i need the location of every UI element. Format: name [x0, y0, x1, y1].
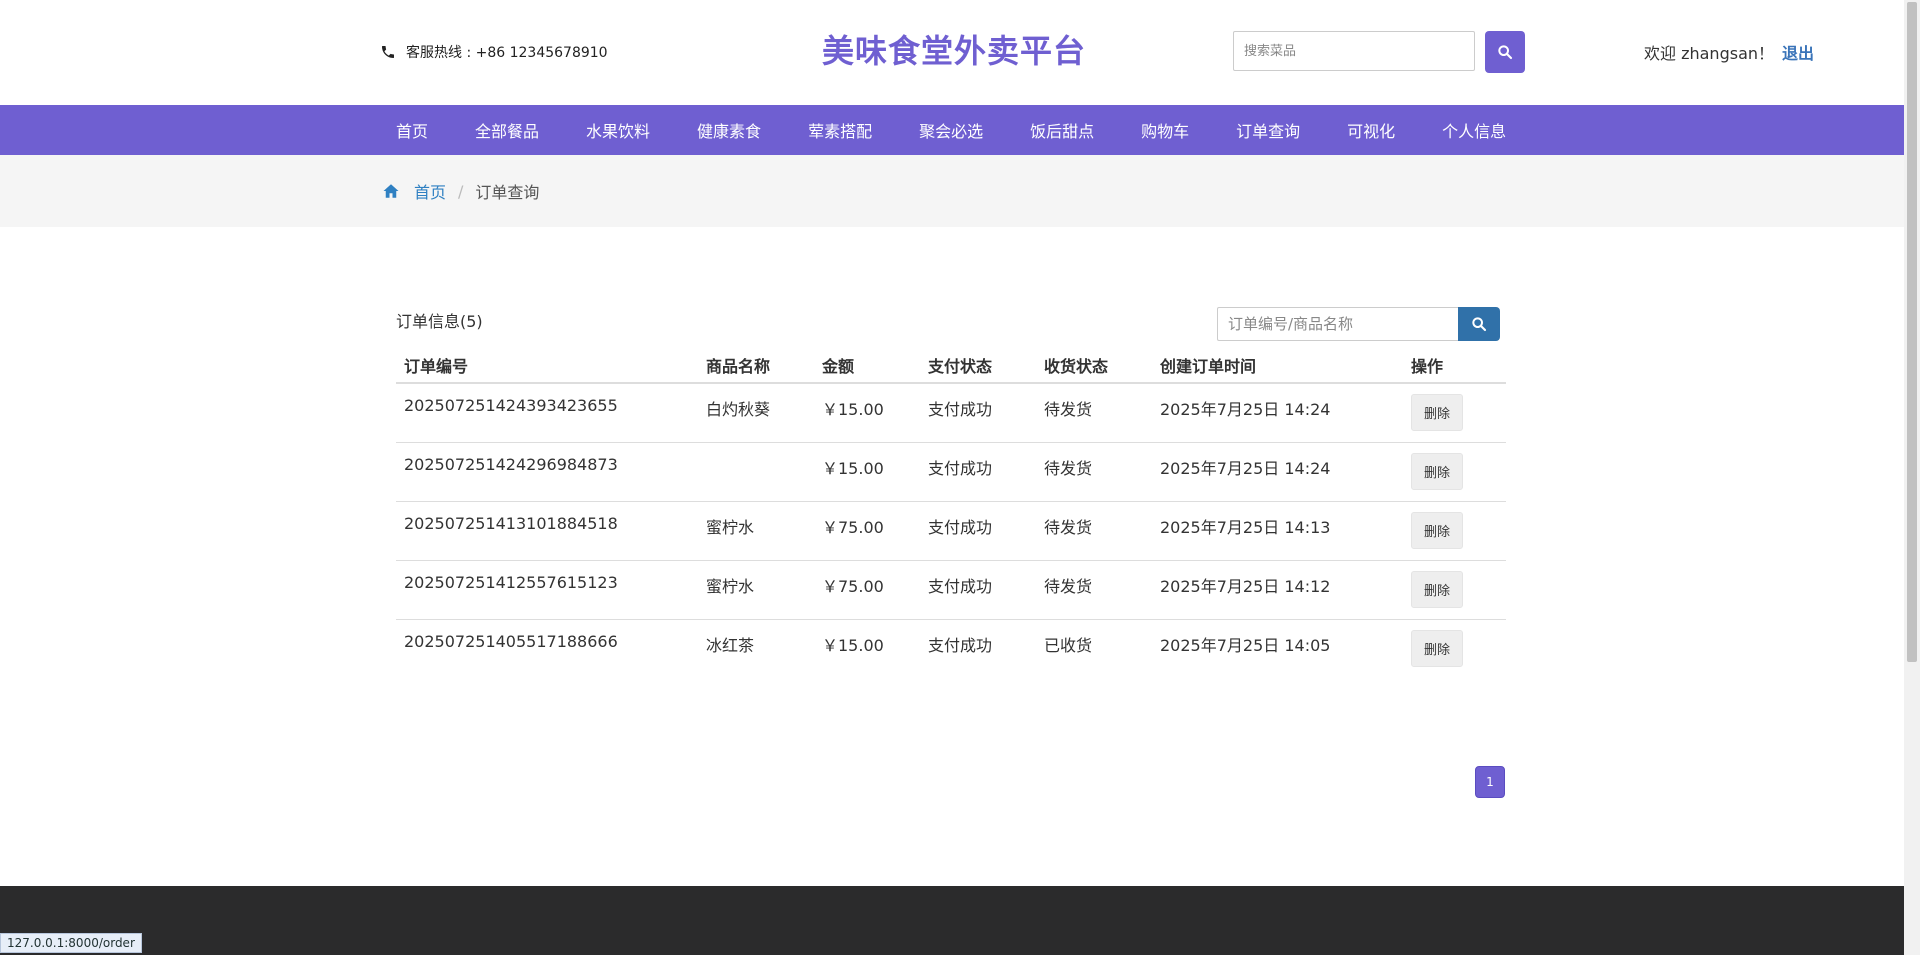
amount: ￥75.00: [814, 500, 920, 560]
created-time: 2025年7月25日 14:05: [1152, 618, 1403, 678]
ship-status: 待发货: [1044, 400, 1093, 419]
delete-button[interactable]: 删除: [1411, 570, 1464, 608]
dish-search-button[interactable]: [1485, 31, 1525, 73]
hotline: 客服热线 : +86 12345678910: [380, 42, 608, 62]
col-amount: 金额: [814, 348, 920, 384]
orders-table: 订单编号 商品名称 金额 支付状态 收货状态 创建订单时间 操作 2025072…: [396, 348, 1506, 678]
page-scrollbar[interactable]: [1904, 0, 1920, 955]
hotline-text: 客服热线 : +86 12345678910: [406, 45, 608, 61]
delete-button[interactable]: 删除: [1411, 394, 1464, 431]
nav-item-all-dishes[interactable]: 全部餐品: [475, 118, 539, 142]
order-id: 202507251412557615123: [396, 559, 698, 619]
breadcrumb: 首页 / 订单查询: [382, 179, 539, 203]
nav-item-home[interactable]: 首页: [396, 118, 428, 142]
delete-button[interactable]: 删除: [1411, 452, 1464, 490]
site-header: 客服热线 : +86 12345678910 美味食堂外卖平台 欢迎 zhang…: [0, 0, 1920, 105]
scrollbar-thumb[interactable]: [1907, 2, 1917, 662]
ship-status: 待发货: [1036, 500, 1152, 560]
actions-cell: 删除: [1403, 559, 1506, 619]
order-id: 202507251424296984873: [396, 441, 698, 501]
table-row: 202507251424393423655 白灼秋葵 ￥15.00 支付成功 待…: [396, 383, 1506, 442]
nav-item-party[interactable]: 聚会必选: [919, 118, 983, 142]
brand-title[interactable]: 美味食堂外卖平台: [822, 26, 1086, 72]
ship-status: 待发货: [1036, 441, 1152, 501]
nav-item-visualization[interactable]: 可视化: [1347, 118, 1395, 142]
delete-button[interactable]: 删除: [1411, 511, 1464, 549]
table-row: 202507251424296984873 ￥15.00 支付成功 待发货 20…: [396, 441, 1506, 501]
created-time: 2025年7月25日 14:24: [1152, 441, 1403, 501]
nav-item-profile[interactable]: 个人信息: [1442, 118, 1506, 142]
main-nav: 首页 全部餐品 水果饮料 健康素食 荤素搭配 聚会必选 饭后甜点 购物车 订单查…: [0, 105, 1904, 155]
home-icon: [383, 184, 399, 198]
col-pay-status: 支付状态: [920, 348, 1036, 384]
amount: ￥75.00: [814, 559, 920, 619]
nav-list: 首页 全部餐品 水果饮料 健康素食 荤素搭配 聚会必选 饭后甜点 购物车 订单查…: [380, 105, 1553, 155]
nav-item-vegetarian[interactable]: 健康素食: [697, 118, 761, 142]
amount: ￥15.00: [822, 400, 884, 419]
actions-cell: 删除: [1403, 500, 1506, 560]
dish-search-input[interactable]: [1233, 31, 1475, 71]
product-name: 白灼秋葵: [706, 400, 771, 419]
actions-cell: 删除: [1403, 383, 1506, 442]
logout-link[interactable]: 退出: [1782, 44, 1814, 63]
table-row: 202507251413101884518 蜜柠水 ￥75.00 支付成功 待发…: [396, 500, 1506, 560]
actions-cell: 删除: [1403, 618, 1506, 678]
ship-status: 已收货: [1036, 618, 1152, 678]
search-icon: [1498, 45, 1513, 60]
table-row: 202507251412557615123 蜜柠水 ￥75.00 支付成功 待发…: [396, 559, 1506, 619]
table-header-row: 订单编号 商品名称 金额 支付状态 收货状态 创建订单时间 操作: [396, 348, 1506, 384]
order-search-button[interactable]: [1458, 307, 1500, 341]
delete-button[interactable]: 删除: [1411, 629, 1464, 667]
product-name: 蜜柠水: [698, 500, 814, 560]
col-created-time: 创建订单时间: [1152, 348, 1403, 384]
order-search-input[interactable]: [1217, 307, 1458, 341]
orders-title: 订单信息(5): [396, 312, 483, 331]
product-name: 蜜柠水: [698, 559, 814, 619]
pay-status: 支付成功: [928, 400, 993, 419]
product-name: 冰红茶: [698, 618, 814, 678]
created-time: 2025年7月25日 14:13: [1152, 500, 1403, 560]
nav-item-desserts[interactable]: 饭后甜点: [1030, 118, 1094, 142]
site-footer: [0, 886, 1904, 955]
product-name: [698, 441, 814, 501]
nav-item-fruit-drinks[interactable]: 水果饮料: [586, 118, 650, 142]
amount: ￥15.00: [814, 618, 920, 678]
nav-item-cart[interactable]: 购物车: [1141, 118, 1189, 142]
pay-status: 支付成功: [920, 500, 1036, 560]
nav-item-mixed[interactable]: 荤素搭配: [808, 118, 872, 142]
col-order-id: 订单编号: [396, 348, 698, 384]
ship-status: 待发货: [1036, 559, 1152, 619]
order-id: 202507251405517188666: [396, 618, 698, 678]
order-id: 202507251424393423655: [404, 396, 618, 415]
pay-status: 支付成功: [920, 441, 1036, 501]
amount: ￥15.00: [814, 441, 920, 501]
breadcrumb-separator: /: [458, 181, 464, 201]
col-product-name: 商品名称: [698, 348, 814, 384]
breadcrumb-home[interactable]: 首页: [414, 179, 446, 203]
pay-status: 支付成功: [920, 559, 1036, 619]
breadcrumb-band: 首页 / 订单查询: [0, 155, 1904, 227]
created-time: 2025年7月25日 14:24: [1160, 400, 1331, 419]
order-search: [1217, 307, 1500, 341]
pagination-page-1[interactable]: 1: [1475, 766, 1505, 798]
actions-cell: 删除: [1403, 441, 1506, 501]
created-time: 2025年7月25日 14:12: [1152, 559, 1403, 619]
pay-status: 支付成功: [920, 618, 1036, 678]
nav-item-orders[interactable]: 订单查询: [1236, 118, 1300, 142]
welcome-text: 欢迎 zhangsan！: [1644, 44, 1775, 63]
col-actions: 操作: [1403, 348, 1506, 384]
order-id: 202507251413101884518: [396, 500, 698, 560]
col-ship-status: 收货状态: [1036, 348, 1152, 384]
status-url: 127.0.0.1:8000/order: [0, 933, 142, 953]
header-search: [1233, 31, 1525, 73]
phone-icon: [382, 46, 394, 58]
table-row: 202507251405517188666 冰红茶 ￥15.00 支付成功 已收…: [396, 618, 1506, 678]
breadcrumb-current: 订单查询: [475, 183, 540, 202]
user-welcome: 欢迎 zhangsan！ 退出: [1644, 40, 1814, 64]
search-icon: [1472, 317, 1487, 332]
